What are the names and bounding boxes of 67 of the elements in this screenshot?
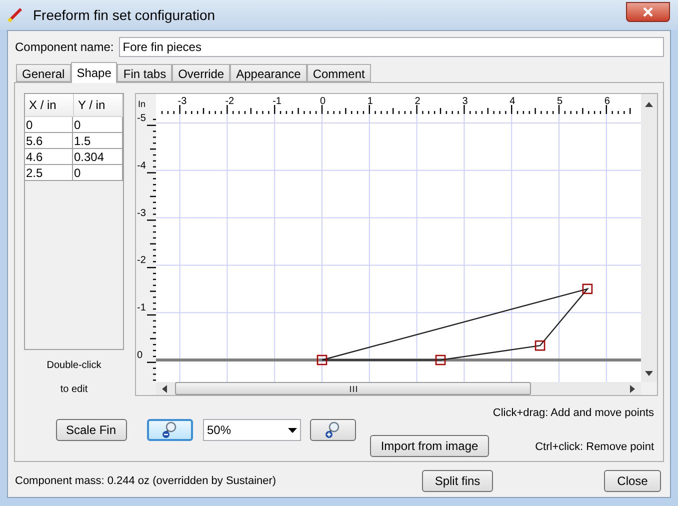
scroll-thumb[interactable] — [175, 382, 531, 395]
ruler-label: 3 — [462, 96, 468, 107]
instruction-text: Click+drag: Add and move points — [492, 406, 654, 421]
field-label: Component name: — [15, 39, 114, 56]
zoom-in-icon — [324, 421, 342, 439]
status-text: Component mass: 0.244 oz (overridden by Sustainer) — [15, 474, 276, 489]
point-handle[interactable] — [435, 354, 446, 366]
ruler-label: 6 — [604, 96, 610, 107]
ruler-label: -1 — [137, 302, 146, 314]
ruler-label: 2 — [414, 96, 420, 107]
unit-label: In — [138, 99, 146, 109]
zoom-out-button[interactable] — [147, 419, 193, 441]
table-cell[interactable]: 0 — [73, 165, 123, 181]
table-cell[interactable]: 0 — [73, 117, 123, 133]
zoom-in-button[interactable] — [310, 419, 356, 441]
tab[interactable]: Appearance — [230, 64, 307, 82]
up-arrow-icon — [645, 102, 653, 107]
right-arrow-icon — [630, 384, 635, 392]
close-icon — [643, 7, 653, 17]
pencil-icon — [6, 6, 24, 24]
table-cell[interactable]: 0.304 — [73, 149, 123, 165]
point-handle[interactable] — [534, 340, 546, 351]
ruler-label: 0 — [137, 350, 143, 361]
tab[interactable]: Fin tabs — [117, 64, 172, 82]
tab[interactable]: Override — [172, 64, 230, 82]
table-cell[interactable]: 5.6 — [25, 133, 73, 149]
tab[interactable]: Comment — [306, 64, 371, 82]
shape-canvas[interactable]: In -3 -2 -1 0 1 2 3 4 5 6 -5 -4 -3 -2 -1 0 — [135, 93, 658, 396]
zoom-out-icon — [161, 421, 179, 439]
ruler-label: -3 — [137, 208, 146, 219]
table-cell[interactable]: 0 — [25, 117, 73, 133]
ruler-label: -5 — [137, 113, 146, 124]
left-arrow-icon — [162, 384, 167, 392]
column-header[interactable]: Y / in — [74, 94, 123, 117]
ruler-label: 5 — [557, 96, 563, 107]
ruler-label: -1 — [272, 96, 282, 107]
zoom-select[interactable]: 50% — [203, 419, 301, 441]
vertical-scrollbar[interactable] — [641, 94, 657, 382]
hint-text: Double-click — [46, 359, 102, 373]
table-cell[interactable]: 2.5 — [25, 165, 73, 181]
table-cell[interactable]: 1.5 — [73, 133, 123, 149]
point-handle[interactable] — [316, 354, 328, 366]
window-title: Freeform fin set configuration — [33, 6, 216, 25]
button[interactable]: Scale Fin — [56, 419, 126, 441]
down-arrow-icon — [645, 371, 653, 376]
grip-icon — [350, 386, 356, 392]
dropdown-caret-icon — [288, 428, 297, 432]
ruler-label: 4 — [510, 96, 516, 107]
button[interactable]: Import from image — [370, 435, 489, 457]
table-cell[interactable]: 4.6 — [25, 149, 73, 165]
ruler-label: 1 — [367, 96, 373, 107]
point-handle[interactable] — [582, 284, 593, 294]
ruler-label: -2 — [137, 255, 146, 266]
hint-text: to edit — [60, 383, 88, 397]
close-button[interactable] — [626, 2, 670, 22]
ruler-label: 0 — [320, 96, 326, 107]
button[interactable]: Split fins — [422, 470, 493, 492]
ruler-label: -4 — [137, 160, 146, 172]
button[interactable]: Close — [604, 470, 661, 492]
column-header[interactable]: X / in — [25, 94, 74, 117]
ruler-label: -2 — [225, 96, 234, 107]
component-name-field[interactable]: Fore fin pieces — [118, 37, 664, 57]
tab[interactable]: General — [16, 64, 71, 82]
horizontal-scrollbar[interactable] — [156, 382, 641, 395]
tab[interactable]: Shape — [70, 62, 118, 83]
instruction-text: Ctrl+click: Remove point — [535, 440, 654, 454]
ruler-label: -3 — [178, 96, 187, 107]
